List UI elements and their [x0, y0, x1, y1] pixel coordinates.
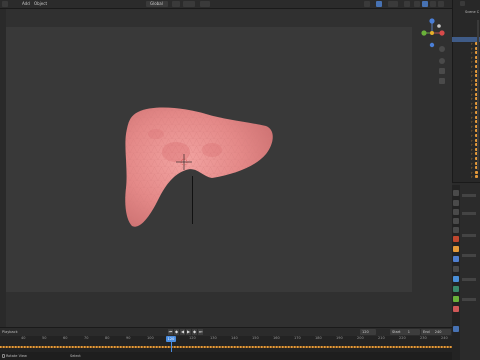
frame-tick-label: 60 — [63, 336, 68, 340]
pan-hand-icon[interactable] — [439, 58, 445, 64]
frame-tick-label: 120 — [189, 336, 196, 340]
frame-tick-label: 70 — [84, 336, 89, 340]
zoom-icon[interactable] — [439, 46, 445, 52]
outliner-tree: › › › › › › › › › › › › › › › › › › › › › › › › › › › › › › — [452, 0, 480, 182]
menu-add[interactable]: Add — [22, 1, 30, 6]
shading-options-icon[interactable] — [438, 1, 444, 7]
gizmo-toggle-icon[interactable] — [376, 1, 382, 7]
view-layer-tab-icon[interactable] — [453, 218, 459, 224]
shading-rendered-icon[interactable] — [430, 1, 436, 7]
viewport-header: Add Object Global Options — [0, 0, 452, 15]
shading-solid-icon[interactable] — [414, 1, 420, 7]
object-icon[interactable] — [475, 175, 478, 179]
end-value: 240 — [434, 330, 442, 334]
axis-neg-z-icon — [429, 42, 435, 48]
playhead-line — [171, 342, 172, 352]
xray-icon[interactable] — [404, 1, 410, 7]
jump-end-icon[interactable]: ⏭ — [198, 329, 203, 335]
prev-key-icon[interactable]: ◆ — [174, 329, 179, 335]
object-tab-icon[interactable] — [453, 246, 459, 252]
object-icon[interactable] — [475, 170, 478, 174]
snap-icon[interactable] — [183, 1, 195, 7]
particles-tab-icon[interactable] — [453, 266, 459, 272]
axis-x-icon — [439, 30, 445, 36]
material-tab-icon[interactable] — [453, 306, 459, 312]
camera-view-icon[interactable] — [439, 68, 445, 74]
start-frame-field[interactable]: Start 1 — [390, 329, 420, 335]
frame-tick-label: 230 — [420, 336, 427, 340]
frame-tick-label: 140 — [231, 336, 238, 340]
axis-y-icon — [421, 30, 427, 36]
frame-tick-label: 210 — [378, 336, 385, 340]
frame-tick-label: 190 — [336, 336, 343, 340]
status-bar: Rotate View Select — [0, 352, 452, 360]
keyframe-strip — [0, 346, 452, 348]
scene-tab-icon[interactable] — [453, 227, 459, 233]
start-label: Start — [392, 330, 401, 334]
orientation-label: Global — [150, 1, 163, 6]
frame-tick-label: 100 — [147, 336, 154, 340]
data-tab-icon[interactable] — [453, 296, 459, 302]
frame-tick-label: 170 — [294, 336, 301, 340]
status-hint-mid: Select — [70, 354, 81, 358]
frame-tick-label: 130 — [210, 336, 217, 340]
play-reverse-icon[interactable]: ◀ — [180, 329, 185, 335]
current-frame-field[interactable]: 120 — [360, 329, 376, 335]
frame-tick-label: 40 — [21, 336, 26, 340]
render-tab-icon[interactable] — [453, 200, 459, 206]
axis-z-icon — [429, 18, 435, 24]
frame-tick-label: 160 — [273, 336, 280, 340]
outliner-scrollbar[interactable] — [477, 20, 479, 170]
proportional-edit-icon[interactable] — [200, 1, 210, 7]
next-key-icon[interactable]: ◆ — [192, 329, 197, 335]
jump-start-icon[interactable]: ⏮ — [168, 329, 173, 335]
modifier-tab-icon[interactable] — [453, 256, 459, 262]
frame-tick-label: 150 — [252, 336, 259, 340]
tool-tab-icon[interactable] — [453, 190, 459, 196]
start-value: 1 — [407, 330, 410, 334]
status-hint-left: Rotate View — [6, 354, 27, 358]
pivot-icon[interactable] — [172, 1, 180, 7]
physics-tab-icon[interactable] — [453, 276, 459, 282]
end-frame-field[interactable]: End 240 — [421, 329, 451, 335]
axis-neg-y-icon — [437, 24, 441, 28]
end-label: End — [423, 330, 430, 334]
shading-material-icon[interactable] — [422, 1, 428, 7]
status-mouse-icon — [2, 354, 5, 358]
overlay-toggle-icon[interactable] — [388, 1, 398, 7]
frame-tick-label: 180 — [315, 336, 322, 340]
playback-menu[interactable]: Playback — [2, 330, 18, 334]
liver-mesh-object[interactable] — [116, 104, 278, 234]
texture-tab-icon[interactable] — [453, 326, 459, 332]
object-origin-line — [192, 176, 193, 224]
visibility-icon[interactable] — [364, 1, 370, 7]
outliner-expand-icon[interactable]: › — [471, 174, 474, 179]
play-icon[interactable]: ▶ — [186, 329, 191, 335]
output-tab-icon[interactable] — [453, 209, 459, 215]
frame-tick-label: 220 — [399, 336, 406, 340]
frame-tick-label: 90 — [126, 336, 131, 340]
world-tab-icon[interactable] — [453, 236, 459, 242]
3d-cursor-icon — [176, 154, 192, 170]
frame-tick-label: 200 — [357, 336, 364, 340]
frame-ruler: 4050607080901001101201301401501601701801… — [0, 336, 452, 342]
frame-tick-label: 80 — [105, 336, 110, 340]
frame-tick-label: 240 — [441, 336, 448, 340]
timeline-header: Playback — [0, 327, 452, 336]
playback-controls: ⏮ ◆ ◀ ▶ ◆ ⏭ — [168, 329, 206, 335]
frame-tick-label: 50 — [42, 336, 47, 340]
constraints-tab-icon[interactable] — [453, 286, 459, 292]
menu-object[interactable]: Object — [34, 1, 47, 6]
view-menu-icon[interactable] — [2, 1, 8, 7]
toolbar-strip — [0, 9, 6, 327]
properties-content — [462, 194, 478, 354]
perspective-toggle-icon[interactable] — [439, 78, 445, 84]
